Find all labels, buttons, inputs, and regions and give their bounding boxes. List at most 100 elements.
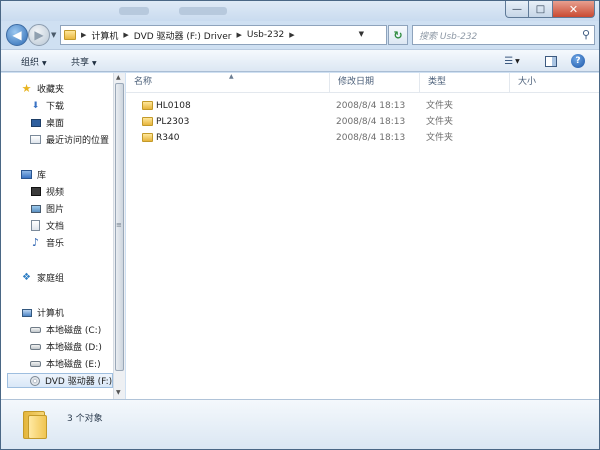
search-icon[interactable]: ⚲ <box>582 28 590 41</box>
nav-desktop[interactable]: 桌面 <box>30 115 113 130</box>
maximize-icon: □ <box>535 3 546 15</box>
preview-pane-icon <box>545 55 557 67</box>
minimize-icon: — <box>512 3 522 15</box>
nav-label: 计算机 <box>37 309 65 319</box>
nav-label: 桌面 <box>46 119 65 129</box>
navigation-bar: ◀ ▶ ▼ ▶ 计算机 ▶ DVD 驱动器 (F:) Driver ▶ Usb-… <box>1 21 599 49</box>
organize-label: 组织 <box>21 58 40 68</box>
column-header-date[interactable]: 修改日期 <box>330 73 420 93</box>
share-button[interactable]: 共享 ▼ <box>71 55 97 68</box>
caption-buttons: — □ ✕ <box>505 1 595 19</box>
close-icon: ✕ <box>568 2 579 16</box>
item-count: 3 个对象 <box>67 414 103 424</box>
refresh-icon: ↻ <box>393 28 403 42</box>
column-header-label: 修改日期 <box>338 77 375 87</box>
nav-drive-c[interactable]: 本地磁盘 (C:) <box>30 322 113 337</box>
arrow-right-icon: ▶ <box>34 28 44 42</box>
table-row[interactable]: PL2303 2008/8/4 18:13 文件夹 <box>126 114 599 130</box>
help-icon: ? <box>571 54 585 68</box>
back-button[interactable]: ◀ <box>6 24 28 46</box>
column-header-name[interactable]: 名称 <box>126 73 330 93</box>
breadcrumb-dvd-drive[interactable]: DVD 驱动器 (F:) Driver <box>134 29 232 42</box>
desktop-icon <box>30 117 41 128</box>
chevron-down-icon: ▼ <box>515 57 520 65</box>
help-button[interactable]: ? <box>569 53 587 69</box>
share-label: 共享 <box>71 58 90 68</box>
column-header-label: 大小 <box>518 77 537 87</box>
title-bar: — □ ✕ <box>1 1 599 21</box>
file-list: 名称 ▲ 修改日期 类型 大小 HL0108 2008/8/4 18:13 文件… <box>126 73 599 399</box>
scroll-up-icon[interactable]: ▲ <box>116 74 121 81</box>
command-bar: 组织 ▼ 共享 ▼ ☰ ▼ ? <box>1 49 599 72</box>
nav-favorites[interactable]: ★ 收藏夹 <box>21 81 113 96</box>
address-dropdown-icon[interactable]: ▼ <box>359 30 364 38</box>
nav-downloads[interactable]: ⬇ 下载 <box>30 98 113 113</box>
nav-computer[interactable]: 计算机 <box>21 305 113 320</box>
preview-pane-button[interactable] <box>542 53 560 69</box>
nav-videos[interactable]: 视频 <box>30 184 113 199</box>
file-type: 文件夹 <box>426 133 454 143</box>
nav-libraries[interactable]: 库 <box>21 167 113 182</box>
chevron-down-icon: ▼ <box>42 60 47 67</box>
nav-drive-d[interactable]: 本地磁盘 (D:) <box>30 339 113 354</box>
folder-icon <box>142 101 153 110</box>
column-header-type[interactable]: 类型 <box>420 73 510 93</box>
nav-label: 本地磁盘 (D:) <box>46 343 102 353</box>
download-folder-icon: ⬇ <box>31 100 40 111</box>
chevron-right-icon[interactable]: ▶ <box>123 31 128 39</box>
table-row[interactable]: HL0108 2008/8/4 18:13 文件夹 <box>126 98 599 114</box>
nav-drive-e[interactable]: 本地磁盘 (E:) <box>30 356 113 371</box>
view-list-icon: ☰ <box>504 55 514 67</box>
nav-pictures[interactable]: 图片 <box>30 201 113 216</box>
scroll-down-icon[interactable]: ▼ <box>116 389 121 396</box>
address-bar[interactable]: ▶ 计算机 ▶ DVD 驱动器 (F:) Driver ▶ Usb-232 ▶ … <box>60 25 387 45</box>
sort-ascending-icon: ▲ <box>229 73 234 80</box>
maximize-button[interactable]: □ <box>529 1 553 18</box>
nav-music[interactable]: ♪ 音乐 <box>30 235 113 250</box>
breadcrumb-usb-232[interactable]: Usb-232 <box>247 30 284 40</box>
computer-icon <box>21 307 32 318</box>
navigation-pane: ★ 收藏夹 ⬇ 下载 桌面 最近访问的位置 库 视频 图片 文档 ♪ 音乐 ❖ … <box>1 73 113 399</box>
nav-label: 视频 <box>46 188 65 198</box>
change-view-button[interactable]: ☰ ▼ <box>503 53 521 69</box>
chevron-right-icon[interactable]: ▶ <box>289 31 294 39</box>
table-row[interactable]: R340 2008/8/4 18:13 文件夹 <box>126 130 599 146</box>
nav-documents[interactable]: 文档 <box>30 218 113 233</box>
nav-recent-places[interactable]: 最近访问的位置 <box>30 132 113 147</box>
nav-label: 文档 <box>46 222 65 232</box>
nav-label: 家庭组 <box>37 274 65 284</box>
chevron-down-icon: ▼ <box>92 60 97 67</box>
homegroup-icon: ❖ <box>22 272 31 283</box>
chevron-right-icon[interactable]: ▶ <box>236 31 241 39</box>
column-header-size[interactable]: 大小 <box>510 73 570 93</box>
nav-homegroup[interactable]: ❖ 家庭组 <box>21 270 113 285</box>
organize-button[interactable]: 组织 ▼ <box>21 55 47 68</box>
nav-label: 下载 <box>46 102 65 112</box>
forward-button[interactable]: ▶ <box>28 24 50 46</box>
close-button[interactable]: ✕ <box>553 1 595 18</box>
file-date: 2008/8/4 18:13 <box>336 117 406 127</box>
folder-icon <box>142 117 153 126</box>
search-box[interactable]: 搜索 Usb-232 ⚲ <box>412 25 595 45</box>
file-date: 2008/8/4 18:13 <box>336 101 406 111</box>
file-type: 文件夹 <box>426 101 454 111</box>
nav-label: 最近访问的位置 <box>46 136 110 146</box>
star-icon: ★ <box>21 82 32 95</box>
nav-dvd-drive[interactable]: DVD 驱动器 (F:) <box>7 373 113 388</box>
hard-drive-icon <box>30 341 41 352</box>
blurred-tab <box>179 7 227 15</box>
minimize-button[interactable]: — <box>505 1 529 18</box>
folder-icon <box>142 133 153 142</box>
recent-pages-dropdown[interactable]: ▼ <box>51 31 56 39</box>
chevron-right-icon[interactable]: ▶ <box>81 31 86 39</box>
music-icon: ♪ <box>31 236 40 249</box>
library-icon <box>21 169 32 180</box>
breadcrumb-computer[interactable]: 计算机 <box>91 29 118 42</box>
picture-icon <box>30 203 41 214</box>
hard-drive-icon <box>30 358 41 369</box>
file-name: HL0108 <box>156 101 191 111</box>
navigation-scrollbar[interactable]: ▲ ≡ ▼ <box>113 73 125 399</box>
nav-label: 收藏夹 <box>37 85 65 95</box>
grip-icon: ≡ <box>116 221 122 229</box>
refresh-button[interactable]: ↻ <box>388 25 408 45</box>
